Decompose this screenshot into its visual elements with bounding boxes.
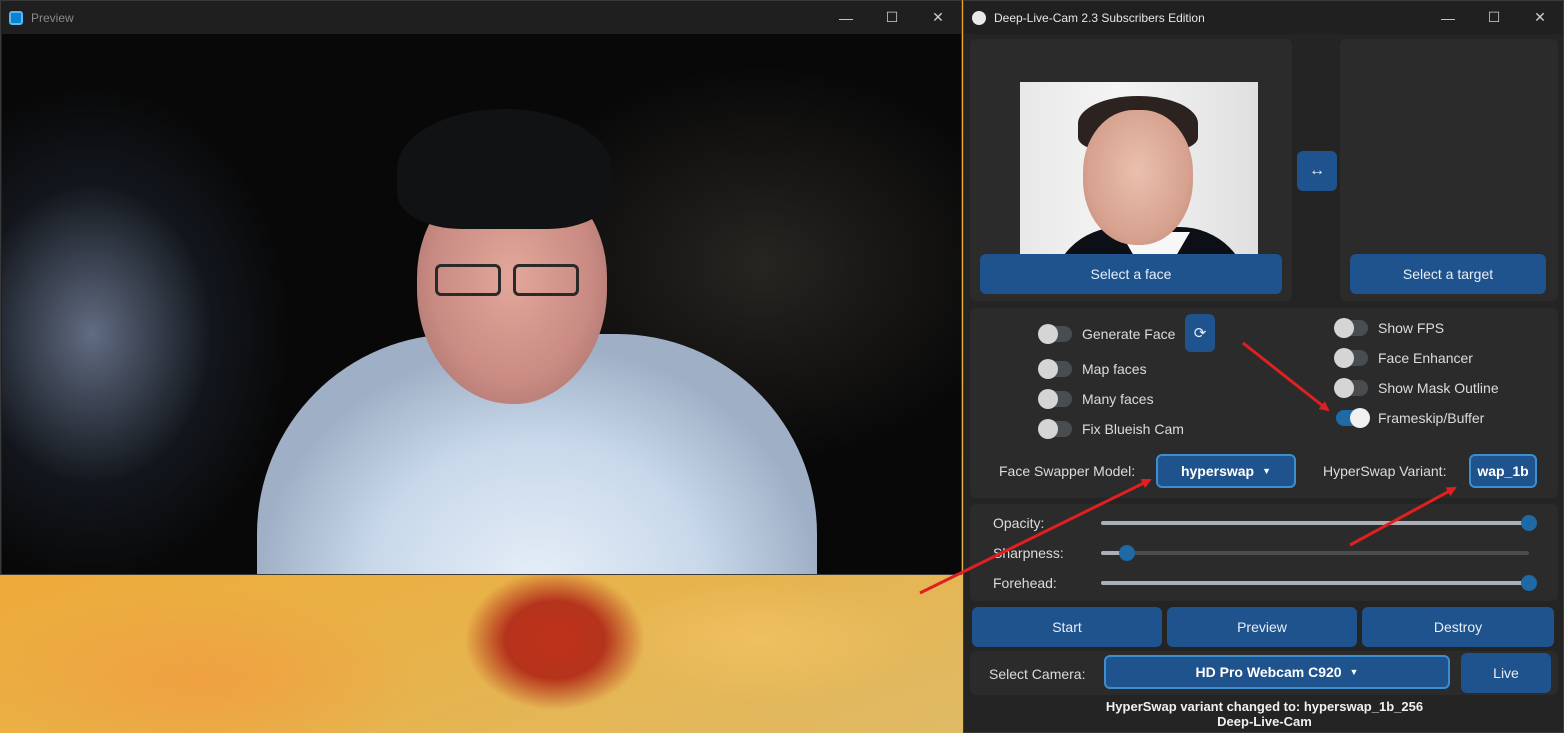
chevron-down-icon: ▼ xyxy=(1262,466,1272,476)
destroy-button[interactable]: Destroy xyxy=(1362,607,1554,647)
opacity-label: Opacity: xyxy=(993,515,1045,531)
slider-thumb[interactable] xyxy=(1521,575,1537,591)
toggle-many-faces[interactable]: Many faces xyxy=(1038,389,1154,409)
sharpness-label: Sharpness: xyxy=(993,545,1064,561)
opacity-slider[interactable] xyxy=(1101,515,1537,531)
app-logo-icon xyxy=(972,10,986,25)
hyperswap-variant-label: HyperSwap Variant: xyxy=(1323,463,1447,479)
source-panel: Select a face xyxy=(970,39,1292,301)
face-swapper-model-dropdown[interactable]: hyperswap ▼ xyxy=(1156,454,1296,488)
deep-live-cam-window: Deep-Live-Cam 2.3 Subscribers Edition — … xyxy=(963,0,1564,733)
slider-fill xyxy=(1101,521,1529,525)
toggle-label: Face Enhancer xyxy=(1378,350,1473,366)
camera-dropdown[interactable]: HD Pro Webcam C920 ▼ xyxy=(1104,655,1450,689)
toggle-face-enhancer[interactable]: Face Enhancer xyxy=(1334,348,1473,368)
toggle-generate-face[interactable]: Generate Face xyxy=(1038,324,1176,344)
slider-thumb[interactable] xyxy=(1118,545,1135,561)
camera-panel: Select Camera: HD Pro Webcam C920 ▼ Live xyxy=(970,651,1558,695)
person-glasses xyxy=(427,264,587,304)
sharpness-slider[interactable] xyxy=(1101,545,1529,561)
start-button[interactable]: Start xyxy=(972,607,1162,647)
slider-fill xyxy=(1101,581,1529,585)
toggle-show-fps[interactable]: Show FPS xyxy=(1334,318,1445,338)
footer-label: Deep-Live-Cam xyxy=(1217,714,1312,729)
maximize-button[interactable]: ☐ xyxy=(1471,1,1517,34)
main-window-title: Deep-Live-Cam 2.3 Subscribers Edition xyxy=(994,10,1205,25)
target-panel: Select a target xyxy=(1340,39,1558,301)
preview-button[interactable]: Preview xyxy=(1167,607,1357,647)
dropdown-value: hyperswap xyxy=(1180,463,1255,479)
dropdown-value: HD Pro Webcam C920 xyxy=(1195,664,1342,680)
toggle-label: Show Mask Outline xyxy=(1378,380,1499,396)
forehead-slider[interactable] xyxy=(1101,575,1537,591)
person-hair xyxy=(397,109,612,229)
minimize-button[interactable]: — xyxy=(1425,1,1471,34)
maximize-button[interactable]: ☐ xyxy=(869,1,915,34)
minimize-button[interactable]: — xyxy=(823,1,869,34)
toggle-frameskip-buffer[interactable]: Frameskip/Buffer xyxy=(1336,408,1485,428)
close-button[interactable]: ✕ xyxy=(915,1,961,34)
hyperswap-variant-dropdown[interactable]: wap_1b xyxy=(1469,454,1537,488)
select-camera-label: Select Camera: xyxy=(989,666,1086,682)
select-face-button[interactable]: Select a face xyxy=(980,254,1282,294)
preview-titlebar[interactable]: Preview — ☐ ✕ xyxy=(1,1,961,34)
preview-window-title: Preview xyxy=(31,10,74,25)
live-button[interactable]: Live xyxy=(1461,653,1551,693)
toggle-label: Show FPS xyxy=(1378,320,1445,336)
toggle-fix-blueish-cam[interactable]: Fix Blueish Cam xyxy=(1038,419,1184,439)
toggle-label: Frameskip/Buffer xyxy=(1378,410,1485,426)
status-message: HyperSwap variant changed to: hyperswap_… xyxy=(1105,699,1424,714)
toggle-label: Generate Face xyxy=(1082,326,1176,342)
preview-app-icon xyxy=(9,10,23,25)
source-face-image xyxy=(1020,82,1258,282)
dropdown-value: wap_1b xyxy=(1477,463,1529,479)
select-target-button[interactable]: Select a target xyxy=(1350,254,1546,294)
face-swapper-model-label: Face Swapper Model: xyxy=(999,463,1136,479)
slider-thumb[interactable] xyxy=(1521,515,1537,531)
options-panel: Generate Face ⟳ Map faces Many faces Fix… xyxy=(970,308,1558,498)
toggle-label: Many faces xyxy=(1082,391,1154,407)
toggle-show-mask-outline[interactable]: Show Mask Outline xyxy=(1334,378,1499,398)
refresh-icon[interactable]: ⟳ xyxy=(1185,314,1215,352)
swap-source-target-button[interactable]: ↔ xyxy=(1297,151,1337,191)
toggle-label: Map faces xyxy=(1082,361,1147,377)
forehead-label: Forehead: xyxy=(993,575,1057,591)
chevron-down-icon: ▼ xyxy=(1349,667,1359,677)
webcam-preview-video xyxy=(2,34,961,574)
sliders-panel: Opacity: Sharpness: Forehead: xyxy=(970,504,1558,601)
close-button[interactable]: ✕ xyxy=(1517,1,1563,34)
toggle-label: Fix Blueish Cam xyxy=(1082,421,1184,437)
preview-window: Preview — ☐ ✕ xyxy=(0,0,962,575)
main-titlebar[interactable]: Deep-Live-Cam 2.3 Subscribers Edition — … xyxy=(964,1,1563,34)
toggle-map-faces[interactable]: Map faces xyxy=(1038,359,1147,379)
